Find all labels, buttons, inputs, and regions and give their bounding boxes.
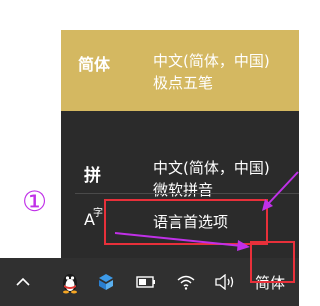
wifi-icon[interactable] xyxy=(174,258,198,306)
volume-icon[interactable] xyxy=(212,258,238,306)
pinyin-icon: 拼 xyxy=(84,166,101,186)
ime-language-label: 中文(简体，中国) xyxy=(153,52,270,70)
step-marker: ① xyxy=(22,185,48,218)
ime-method-label: 极点五笔 xyxy=(153,74,214,92)
svg-text:字: 字 xyxy=(93,206,103,219)
qq-penguin-icon[interactable] xyxy=(58,258,82,306)
language-preferences-icon: A 字 xyxy=(83,206,105,230)
dropbox-icon[interactable] xyxy=(94,258,118,306)
ime-code-label: 简体 xyxy=(78,55,111,74)
ime-language-label: 中文(简体，中国) xyxy=(153,159,270,177)
ime-item-jidian-wubi[interactable]: 简体 中文(简体，中国) 极点五笔 xyxy=(61,30,299,111)
ime-indicator-highlight xyxy=(250,241,295,283)
menu-divider xyxy=(75,193,299,194)
ime-method-label: 微软拼音 xyxy=(153,181,214,199)
language-preferences-highlight xyxy=(104,199,268,245)
battery-icon[interactable] xyxy=(134,258,158,306)
chevron-up-icon[interactable] xyxy=(12,258,34,306)
